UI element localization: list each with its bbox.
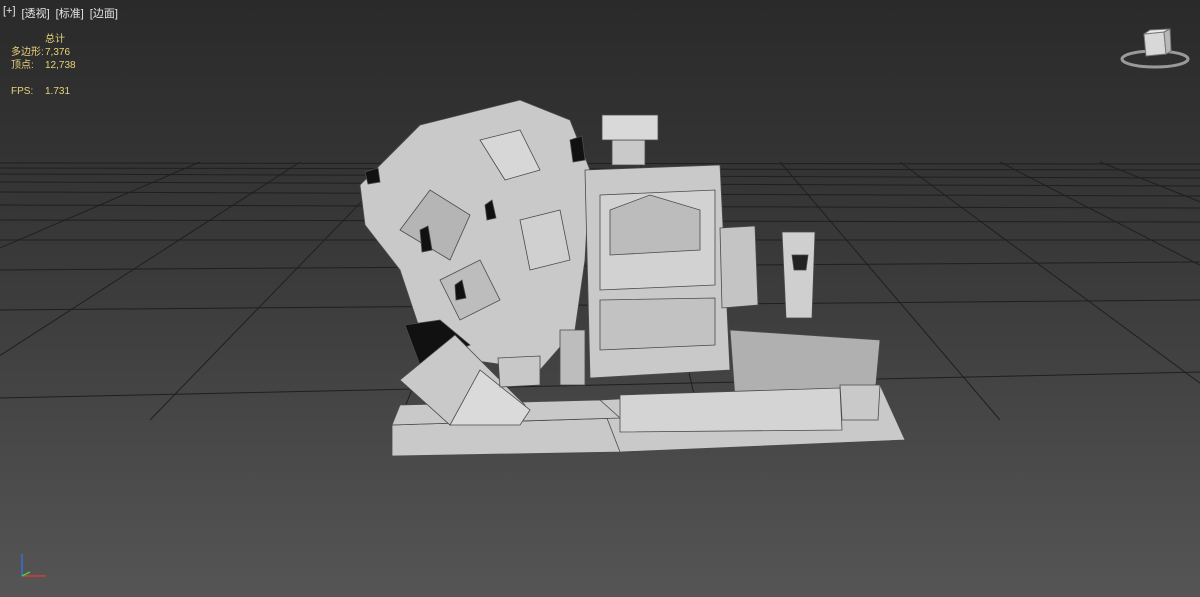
fps-value: 1.731	[45, 86, 71, 97]
scene-render	[0, 99, 1200, 457]
stats-vertices-row: 顶点: 12,738	[11, 59, 76, 72]
stats-fps-row: FPS: 1.731	[11, 85, 76, 98]
polygons-label: 多边形:	[11, 47, 44, 58]
vertices-value: 12,738	[45, 60, 76, 71]
viewport-label-menu[interactable]: [+] [透视] [标准] [边面]	[3, 5, 118, 21]
vertices-label: 顶点:	[11, 60, 34, 71]
fps-label: FPS:	[11, 86, 34, 97]
viewcube-icon[interactable]	[1120, 26, 1190, 74]
axis-tripod-icon	[14, 548, 54, 582]
statistics-overlay: 总计 多边形: 7,376 顶点: 12,738 FPS: 1.731	[11, 33, 76, 98]
polygons-value: 7,376	[45, 47, 71, 58]
viewport-plus-menu[interactable]: [+]	[3, 5, 16, 21]
viewport-view-menu[interactable]: [透视]	[22, 5, 50, 21]
viewport-shading-menu[interactable]: [标准]	[56, 5, 84, 21]
perspective-viewport[interactable]: [+] [透视] [标准] [边面] 总计 多边形: 7,376 顶点: 12,…	[0, 0, 1200, 597]
stats-header: 总计	[45, 34, 65, 45]
mesh-model	[359, 99, 906, 457]
viewport-style-menu[interactable]: [边面]	[90, 5, 118, 21]
stats-polygons-row: 多边形: 7,376	[11, 46, 76, 59]
